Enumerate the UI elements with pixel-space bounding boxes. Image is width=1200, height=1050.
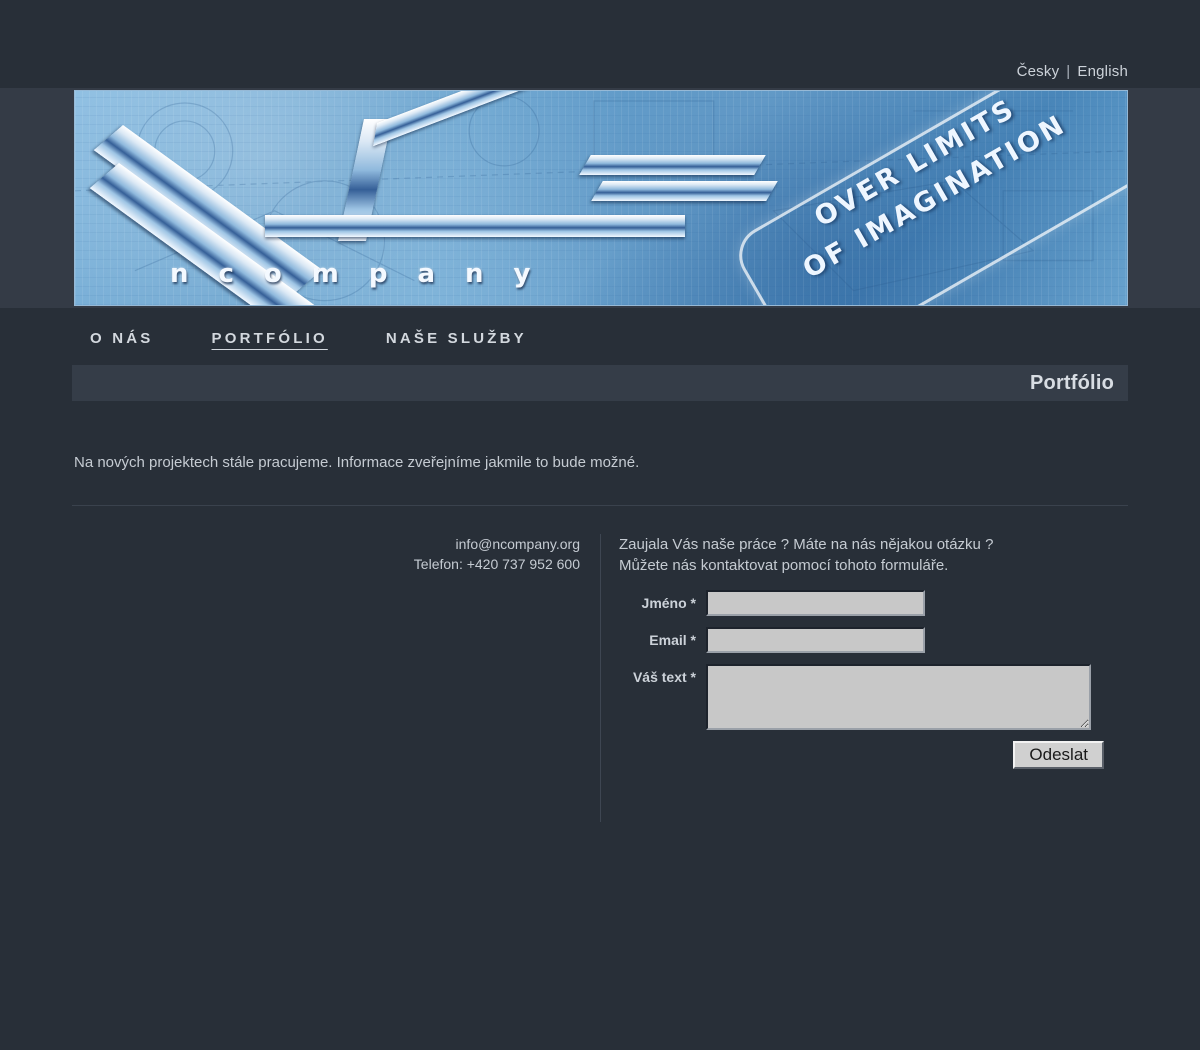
nav-item-o-nas[interactable]: O NÁS — [90, 330, 154, 347]
contact-form: Zaujala Vás naše práce ? Máte na nás něj… — [600, 534, 1128, 822]
form-row-message: Váš text * — [619, 664, 1128, 730]
form-row-email: Email * — [619, 627, 1128, 653]
nav-item-portfolio[interactable]: PORTFÓLIO — [212, 330, 328, 347]
contact-email[interactable]: info@ncompany.org — [72, 534, 580, 554]
language-link-czech[interactable]: Česky — [1017, 63, 1060, 80]
language-bar: Česky | English — [0, 0, 1200, 88]
message-textarea[interactable] — [706, 664, 1091, 730]
message-field-label: Váš text * — [632, 669, 696, 685]
main-navigation: O NÁS PORTFÓLIO NAŠE SLUŽBY — [72, 308, 1128, 365]
nav-item-nase-sluzby[interactable]: NAŠE SLUŽBY — [386, 330, 527, 347]
name-input[interactable] — [706, 590, 925, 616]
banner-row: ncompany OVER LIMITS OF IMAGINATION — [0, 88, 1200, 308]
page-title-bar: Portfólio — [72, 365, 1128, 401]
submit-button[interactable]: Odeslat — [1013, 741, 1104, 769]
name-field-label: Jméno * — [641, 595, 696, 611]
form-intro-text: Zaujala Vás naše práce ? Máte na nás něj… — [619, 536, 994, 574]
email-field-label: Email * — [649, 632, 696, 648]
contact-phone: Telefon: +420 737 952 600 — [413, 556, 580, 573]
page-intro-text: Na nových projektech stále pracujeme. In… — [74, 454, 640, 471]
language-links: Česky | English — [1017, 63, 1128, 80]
language-separator: | — [1066, 63, 1071, 80]
ncompany-logo-mark — [89, 91, 805, 305]
main-content: O NÁS PORTFÓLIO NAŠE SLUŽBY Portfólio Na… — [0, 308, 1200, 822]
form-row-name: Jméno * — [619, 590, 1128, 616]
site-banner[interactable]: ncompany OVER LIMITS OF IMAGINATION — [74, 90, 1128, 306]
contact-info: info@ncompany.org Telefon: +420 737 952 … — [72, 534, 600, 822]
logo-wordmark: ncompany — [170, 259, 561, 289]
email-input[interactable] — [706, 627, 925, 653]
submit-row: Odeslat — [619, 741, 1104, 769]
contact-section: info@ncompany.org Telefon: +420 737 952 … — [72, 506, 1128, 822]
page-title: Portfólio — [1029, 371, 1114, 394]
language-link-english[interactable]: English — [1077, 63, 1128, 80]
